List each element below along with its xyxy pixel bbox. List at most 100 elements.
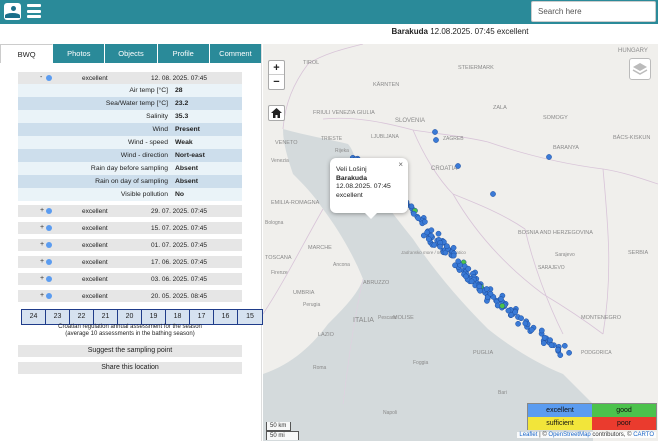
hamburger-menu-icon[interactable]	[27, 4, 41, 18]
layers-button[interactable]	[629, 58, 651, 80]
sample-row[interactable]: + excellent 20. 05. 2025. 08:45	[18, 290, 242, 302]
tab-photos[interactable]: Photos	[53, 44, 106, 63]
score-cell: 20	[118, 310, 142, 324]
sample-date: 03. 06. 2025. 07:45	[151, 275, 208, 283]
beach-marker[interactable]	[522, 320, 529, 327]
beach-marker[interactable]	[499, 303, 506, 309]
beach-marker[interactable]	[548, 342, 555, 349]
popup-datetime: 12.08.2025. 07:45	[336, 183, 391, 190]
beach-marker[interactable]	[455, 258, 462, 265]
top-bar	[0, 0, 658, 24]
detail-value: Present	[175, 126, 200, 133]
beach-marker[interactable]	[443, 243, 450, 250]
beach-marker[interactable]	[477, 287, 483, 294]
search-input[interactable]	[531, 1, 656, 22]
popup-close-icon[interactable]: ×	[398, 160, 403, 170]
detail-value: 23.2	[175, 100, 189, 107]
beach-marker[interactable]	[512, 309, 519, 315]
beach-marker[interactable]	[540, 340, 547, 347]
sample-row-current[interactable]: - excellent 12. 08. 2025. 07:45	[18, 72, 242, 84]
beach-marker[interactable]	[487, 290, 494, 297]
detail-row: Wind - direction Nort-east	[18, 149, 242, 162]
beach-marker[interactable]	[415, 215, 422, 222]
beach-marker[interactable]	[425, 236, 432, 242]
beach-marker[interactable]	[408, 203, 415, 210]
sample-row[interactable]: + excellent 17. 06. 2025. 07:45	[18, 256, 242, 268]
sample-row[interactable]: + excellent 29. 07. 2025. 07:45	[18, 205, 242, 217]
zoom-in-button[interactable]: +	[269, 61, 284, 75]
beach-marker[interactable]	[483, 286, 490, 292]
expand-toggle[interactable]: +	[40, 275, 44, 282]
beach-marker[interactable]	[555, 346, 561, 353]
expand-toggle[interactable]: +	[40, 258, 44, 265]
expand-toggle[interactable]: +	[40, 241, 44, 248]
detail-row: Rain day before sampling Absent	[18, 162, 242, 175]
tab-profile[interactable]: Profile	[157, 44, 210, 63]
beach-marker[interactable]	[435, 230, 442, 237]
expand-toggle[interactable]: +	[40, 224, 44, 231]
map-scale: 50 km 50 mi	[266, 422, 299, 440]
beach-marker[interactable]	[455, 163, 461, 169]
expand-toggle[interactable]: +	[40, 292, 44, 299]
beach-marker[interactable]	[546, 154, 552, 160]
home-button[interactable]	[268, 105, 285, 121]
assessment-note-line2: (average 10 assessments in the bathing s…	[65, 331, 195, 337]
map-label: FRIULI VENEZIA GIULIA	[313, 110, 375, 116]
beach-marker[interactable]	[528, 326, 535, 333]
beach-marker[interactable]	[432, 129, 438, 135]
beach-marker[interactable]	[498, 296, 504, 302]
beach-marker[interactable]	[465, 265, 472, 272]
beach-marker[interactable]	[518, 315, 524, 322]
score-cell: 24	[22, 310, 46, 324]
detail-value: Absent	[175, 165, 199, 172]
suggest-sampling-point-button[interactable]: Suggest the sampling point	[18, 345, 242, 357]
beach-marker[interactable]	[541, 334, 548, 341]
carto-link[interactable]: CARTO	[633, 432, 654, 438]
tab-comment[interactable]: Comment	[209, 44, 262, 63]
detail-value: Weak	[175, 139, 193, 146]
rating-dot-icon	[46, 75, 52, 81]
sample-row[interactable]: + excellent 01. 07. 2025. 07:45	[18, 239, 242, 251]
map-label: Napoli	[383, 410, 397, 416]
rating-dot-icon	[46, 242, 52, 248]
logo-icon[interactable]	[4, 3, 21, 20]
beach-marker[interactable]	[450, 244, 457, 251]
beach-marker[interactable]	[431, 242, 438, 248]
beach-marker[interactable]	[450, 252, 457, 259]
tab-objects[interactable]: Objects	[105, 44, 158, 63]
beach-marker[interactable]	[515, 320, 521, 327]
beach-marker[interactable]	[410, 210, 417, 217]
sample-row[interactable]: + excellent 15. 07. 2025. 07:45	[18, 222, 242, 234]
beach-marker[interactable]	[557, 352, 564, 358]
beach-marker[interactable]	[437, 243, 443, 250]
score-cell: 15	[238, 310, 262, 324]
map-view[interactable]: HUNGARY SLOVENIA LJUBLJANA ZAGREB CROATI…	[263, 44, 658, 441]
osm-link[interactable]: OpenStreetMap	[548, 432, 590, 438]
map-label: BÁCS-KISKUN	[613, 134, 650, 141]
beach-marker[interactable]	[566, 349, 572, 356]
beach-marker[interactable]	[505, 307, 512, 314]
assessment-note-line1: Croatian regulation annual assessment fo…	[58, 324, 202, 330]
leaflet-link[interactable]: Leaflet	[519, 432, 537, 438]
beach-marker[interactable]	[547, 337, 553, 343]
detail-label: Sea/Water temp [°C]	[105, 100, 168, 107]
basemap: HUNGARY SLOVENIA LJUBLJANA ZAGREB CROATI…	[263, 44, 658, 441]
headline-beach: Barakuda	[391, 27, 428, 36]
beach-marker[interactable]	[561, 342, 568, 349]
beach-marker[interactable]	[424, 229, 430, 236]
beach-marker[interactable]	[538, 327, 545, 334]
tab-bwq[interactable]: BWQ	[0, 44, 54, 63]
beach-marker[interactable]	[422, 218, 428, 225]
expand-toggle[interactable]: +	[40, 207, 44, 214]
beach-marker[interactable]	[433, 137, 439, 143]
zoom-out-button[interactable]: −	[269, 75, 284, 89]
collapse-toggle[interactable]: -	[40, 74, 42, 81]
beach-marker[interactable]	[462, 273, 469, 280]
map-label: ABRUZZO	[363, 280, 390, 286]
sample-date: 17. 06. 2025. 07:45	[151, 258, 208, 266]
sample-date: 29. 07. 2025. 07:45	[151, 207, 208, 215]
share-location-button[interactable]: Share this location	[18, 362, 242, 374]
beach-marker[interactable]	[490, 191, 496, 197]
rating-dot-icon	[46, 276, 52, 282]
sample-row[interactable]: + excellent 03. 06. 2025. 07:45	[18, 273, 242, 285]
